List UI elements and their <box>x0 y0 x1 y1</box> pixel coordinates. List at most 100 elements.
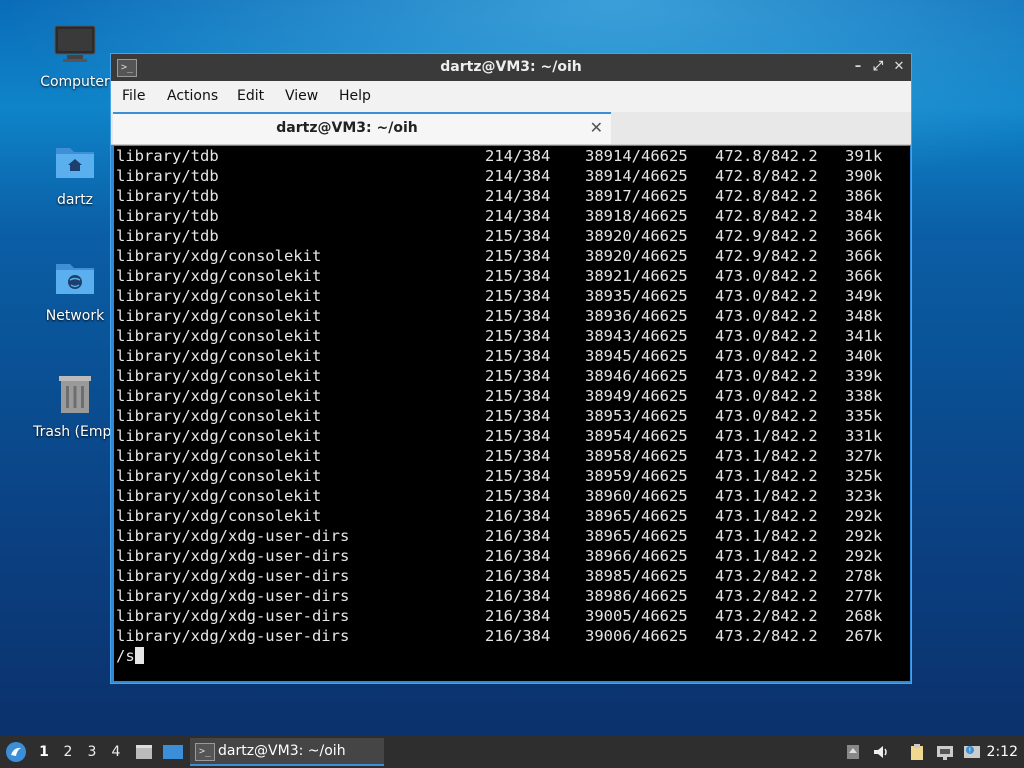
terminal-window: >_ dartz@VM3: ~/oih – ⤢ ✕ File Actions E… <box>110 53 912 684</box>
terminal-cell-files: 38985/46625 <box>585 567 688 585</box>
desktop-icon-home[interactable]: dartz <box>27 140 123 208</box>
workspace-4[interactable]: 4 <box>106 736 126 768</box>
terminal-cell-size: 473.1/842.2 <box>715 547 818 565</box>
terminal-cell-size: 473.2/842.2 <box>715 607 818 625</box>
terminal-cell-files: 38954/46625 <box>585 427 688 445</box>
terminal-cell-path: library/xdg/consolekit <box>116 467 322 485</box>
terminal-cell-pkgs: 215/384 <box>485 367 551 385</box>
tab-terminal[interactable]: dartz@VM3: ~/oih ✕ <box>113 112 611 144</box>
terminal-cell-size: 473.1/842.2 <box>715 527 818 545</box>
terminal-cell-files: 39005/46625 <box>585 607 688 625</box>
terminal-cell-files: 38966/46625 <box>585 547 688 565</box>
menu-actions[interactable]: Actions <box>167 81 218 112</box>
close-button[interactable]: ✕ <box>890 58 908 76</box>
terminal-cell-path: library/xdg/consolekit <box>116 427 322 445</box>
terminal-cell-files: 38945/46625 <box>585 347 688 365</box>
terminal-cell-files: 38918/46625 <box>585 207 688 225</box>
terminal-cell-pkgs: 215/384 <box>485 347 551 365</box>
terminal-cell-size: 473.0/842.2 <box>715 267 818 285</box>
file-manager-icon[interactable] <box>134 742 154 766</box>
menu-view[interactable]: View <box>285 81 318 112</box>
show-desktop-icon[interactable] <box>162 742 184 766</box>
menu-edit[interactable]: Edit <box>237 81 264 112</box>
terminal-output[interactable]: library/tdb 214/384 38914/46625 472.8/842.2… <box>114 146 910 681</box>
terminal-cell-files: 38958/46625 <box>585 447 688 465</box>
desktop-icon-computer[interactable]: Computer <box>27 22 123 90</box>
terminal-cell-size: 472.8/842.2 <box>715 207 818 225</box>
terminal-cell-size: 473.2/842.2 <box>715 567 818 585</box>
tab-close-icon[interactable]: ✕ <box>590 114 603 142</box>
terminal-cell-pkgs: 215/384 <box>485 307 551 325</box>
menu-file[interactable]: File <box>122 81 145 112</box>
terminal-cell-files: 38986/46625 <box>585 587 688 605</box>
tab-bar: dartz@VM3: ~/oih ✕ <box>111 112 911 145</box>
terminal-cell-rate: 348k <box>845 307 883 325</box>
terminal-cell-rate: 366k <box>845 247 883 265</box>
workspace-1[interactable]: 1 <box>34 736 54 768</box>
menu-help[interactable]: Help <box>339 81 371 112</box>
terminal-cell-files: 38965/46625 <box>585 527 688 545</box>
terminal-cell-path: library/xdg/consolekit <box>116 387 322 405</box>
terminal-cell-path: library/tdb <box>116 227 219 245</box>
terminal-cell-pkgs: 216/384 <box>485 527 551 545</box>
terminal-cell-path: library/xdg/consolekit <box>116 367 322 385</box>
desktop-icon-label: dartz <box>56 192 94 208</box>
start-menu-icon[interactable] <box>5 741 27 767</box>
terminal-prompt-line[interactable]: /s <box>116 646 144 666</box>
terminal-cell-rate: 384k <box>845 207 883 225</box>
terminal-cell-path: library/tdb <box>116 147 219 165</box>
notification-icon[interactable]: ! <box>962 743 980 761</box>
terminal-cell-files: 38946/46625 <box>585 367 688 385</box>
terminal-cell-rate: 292k <box>845 547 883 565</box>
terminal-cell-files: 39006/46625 <box>585 627 688 645</box>
terminal-cell-pkgs: 215/384 <box>485 267 551 285</box>
terminal-cell-files: 38935/46625 <box>585 287 688 305</box>
terminal-cell-size: 472.8/842.2 <box>715 147 818 165</box>
window-title: dartz@VM3: ~/oih <box>440 59 582 75</box>
terminal-cell-pkgs: 216/384 <box>485 547 551 565</box>
computer-icon <box>27 22 123 70</box>
clock[interactable]: 2:12 <box>987 736 1018 768</box>
terminal-cell-pkgs: 215/384 <box>485 387 551 405</box>
terminal-cell-rate: 323k <box>845 487 883 505</box>
terminal-cell-pkgs: 216/384 <box>485 607 551 625</box>
minimize-button[interactable]: – <box>849 58 867 76</box>
volume-icon[interactable] <box>872 743 890 761</box>
terminal-cell-size: 473.0/842.2 <box>715 347 818 365</box>
terminal-cell-path: library/xdg/xdg-user-dirs <box>116 527 350 545</box>
clipboard-icon[interactable] <box>908 743 926 761</box>
terminal-cell-size: 473.1/842.2 <box>715 507 818 525</box>
terminal-cell-path: library/xdg/consolekit <box>116 487 322 505</box>
terminal-cell-pkgs: 214/384 <box>485 187 551 205</box>
terminal-cell-files: 38959/46625 <box>585 467 688 485</box>
taskbar-task-terminal[interactable]: >_ dartz@VM3: ~/oih <box>190 738 384 766</box>
terminal-cell-size: 472.8/842.2 <box>715 187 818 205</box>
terminal-cell-path: library/xdg/consolekit <box>116 327 322 345</box>
terminal-cell-rate: 277k <box>845 587 883 605</box>
terminal-cell-size: 472.8/842.2 <box>715 167 818 185</box>
desktop-icon-label: Network <box>45 308 105 324</box>
workspace-2[interactable]: 2 <box>58 736 78 768</box>
maximize-button[interactable]: ⤢ <box>869 58 887 76</box>
network-connection-icon[interactable] <box>935 743 953 761</box>
workspace-3[interactable]: 3 <box>82 736 102 768</box>
terminal-cell-path: library/xdg/consolekit <box>116 347 322 365</box>
desktop-icon-trash[interactable]: Trash (Empt <box>27 372 123 440</box>
window-titlebar[interactable]: >_ dartz@VM3: ~/oih – ⤢ ✕ <box>111 54 911 81</box>
terminal-cell-pkgs: 215/384 <box>485 287 551 305</box>
terminal-cell-pkgs: 215/384 <box>485 487 551 505</box>
terminal-cell-pkgs: 214/384 <box>485 207 551 225</box>
terminal-cell-size: 473.1/842.2 <box>715 467 818 485</box>
terminal-cell-size: 473.1/842.2 <box>715 447 818 465</box>
terminal-cell-files: 38943/46625 <box>585 327 688 345</box>
terminal-cell-rate: 339k <box>845 367 883 385</box>
eject-icon[interactable] <box>844 743 862 761</box>
terminal-cell-rate: 340k <box>845 347 883 365</box>
terminal-cell-size: 473.0/842.2 <box>715 327 818 345</box>
desktop-icon-network[interactable]: Network <box>27 256 123 324</box>
terminal-cell-rate: 386k <box>845 187 883 205</box>
terminal-cell-rate: 391k <box>845 147 883 165</box>
terminal-cell-pkgs: 215/384 <box>485 407 551 425</box>
terminal-cell-size: 473.0/842.2 <box>715 307 818 325</box>
terminal-cell-path: library/xdg/consolekit <box>116 267 322 285</box>
